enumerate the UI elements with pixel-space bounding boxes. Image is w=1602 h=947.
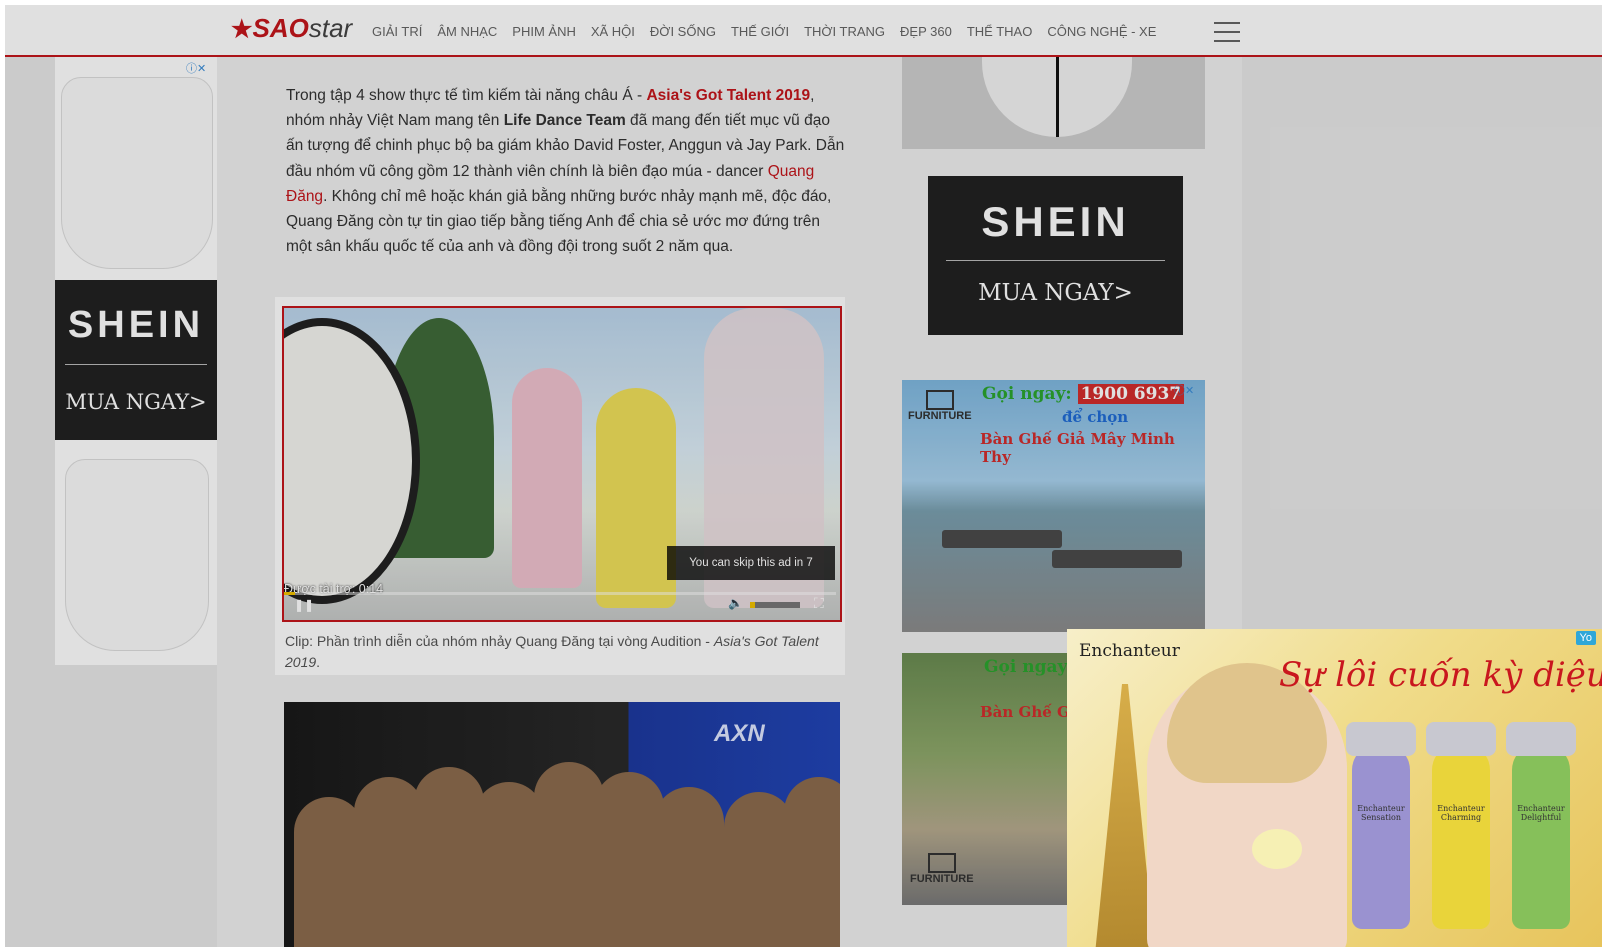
blouse-ad-image[interactable] xyxy=(902,57,1205,149)
fullscreen-icon[interactable]: ⛶ xyxy=(814,595,824,612)
nav-thoi-trang[interactable]: THỜI TRANG xyxy=(804,24,885,39)
enchanteur-ad[interactable]: Enchanteur Sự lôi cuốn kỳ diệu Enchanteu… xyxy=(1067,629,1602,947)
nav-dep-360[interactable]: ĐẸP 360 xyxy=(900,24,952,39)
furniture-logo: FURNITURE xyxy=(908,390,972,422)
logo-suffix-text: star xyxy=(308,13,353,43)
video-caption: Clip: Phần trình diễn của nhóm nhảy Quan… xyxy=(285,633,819,670)
enchanteur-slogan: Sự lôi cuốn kỳ diệu xyxy=(1279,655,1602,695)
video-progress-fill xyxy=(284,592,296,595)
shein-logo-text: SHEIN xyxy=(981,198,1130,245)
phone-number: 1900 6937 xyxy=(1077,384,1185,404)
life-dance-team-text: Life Dance Team xyxy=(503,112,626,130)
volume-icon[interactable]: 🔈 xyxy=(728,596,743,610)
video-controls: ❚❚ 🔈 ⛶ xyxy=(284,590,836,618)
furniture-logo: FURNITURE xyxy=(910,853,974,885)
eiffel-tower-image xyxy=(1095,684,1155,947)
perfume-bottle-yellow: Enchanteur Charming xyxy=(1426,722,1496,929)
shein-buy-text: MUA NGAY> xyxy=(65,390,207,414)
flower-image xyxy=(1252,829,1302,869)
shein-buy-text: MUA NGAY> xyxy=(978,280,1133,306)
furniture-choose-text: để chọn xyxy=(1062,408,1129,426)
ad-close-badge[interactable]: Yo xyxy=(1575,631,1596,645)
browser-viewport: ★SAOstar GIẢI TRÍ ÂM NHẠC PHIM ẢNH XÃ HỘ… xyxy=(5,5,1602,947)
volume-fill xyxy=(750,602,755,608)
skip-ad-countdown[interactable]: You can skip this ad in 7 xyxy=(667,546,835,580)
furniture-ad-2[interactable]: Gọi ngay Bàn Ghế G FURNITURE xyxy=(902,653,1072,905)
nav-the-thao[interactable]: THỂ THAO xyxy=(967,24,1033,39)
white-blouse-image xyxy=(61,77,213,269)
article-paragraph: Trong tập 4 show thực tế tìm kiếm tài nă… xyxy=(286,87,845,256)
shein-divider xyxy=(65,364,207,365)
white-shirt-image xyxy=(65,459,209,651)
nav-phim-anh[interactable]: PHIM ẢNH xyxy=(512,24,576,39)
ad-choices-icon[interactable]: ⓘ✕ xyxy=(1174,382,1194,398)
pause-icon[interactable]: ❚❚ xyxy=(294,598,314,612)
shein-ad-right[interactable]: SHEIN MUA NGAY> xyxy=(928,176,1183,335)
saostar-logo[interactable]: ★SAOstar xyxy=(231,13,352,44)
nav-xa-hoi[interactable]: XÃ HỘI xyxy=(591,24,635,39)
model-image xyxy=(1147,663,1347,947)
nav-giai-tri[interactable]: GIẢI TRÍ xyxy=(372,24,422,39)
nav-am-nhac[interactable]: ÂM NHẠC xyxy=(437,24,497,39)
nav-the-gioi[interactable]: THẾ GIỚI xyxy=(731,24,789,39)
perfume-bottle-green: Enchanteur Delightful xyxy=(1506,722,1576,929)
shein-logo-text: SHEIN xyxy=(67,304,205,346)
dance-team-photo: AXN xyxy=(284,702,840,947)
menu-icon[interactable] xyxy=(1214,22,1240,42)
shein-ad-left[interactable]: SHEIN MUA NGAY> xyxy=(55,280,217,440)
dancer-yellow xyxy=(596,388,676,608)
video-progress-bar[interactable] xyxy=(284,592,836,595)
enchanteur-logo: Enchanteur xyxy=(1079,641,1180,661)
star-icon: ★ xyxy=(231,16,253,43)
ad-choices-icon[interactable]: ⓘ✕ xyxy=(186,60,206,76)
volume-slider[interactable] xyxy=(750,602,800,608)
logo-main-text: SAO xyxy=(252,13,309,43)
nav-cong-nghe-xe[interactable]: CÔNG NGHỆ - XE xyxy=(1047,24,1156,39)
shein-divider xyxy=(946,260,1165,261)
axn-logo: AXN xyxy=(714,720,765,747)
furniture-ad[interactable]: Gọi ngay: 1900 6937 để chọn Bàn Ghế Giả … xyxy=(902,380,1205,632)
main-nav: GIẢI TRÍ ÂM NHẠC PHIM ẢNH XÃ HỘI ĐỜI SỐN… xyxy=(372,24,1171,39)
nav-doi-song[interactable]: ĐỜI SỐNG xyxy=(650,24,716,39)
dancer-pink xyxy=(512,368,582,588)
perfume-bottle-purple: Enchanteur Sensation xyxy=(1346,722,1416,929)
site-header: ★SAOstar GIẢI TRÍ ÂM NHẠC PHIM ẢNH XÃ HỘ… xyxy=(5,5,1602,57)
furniture-title: Bàn Ghế Giả Mây Minh Thy xyxy=(980,430,1175,466)
asias-got-talent-link[interactable]: Asia's Got Talent 2019 xyxy=(646,87,810,104)
